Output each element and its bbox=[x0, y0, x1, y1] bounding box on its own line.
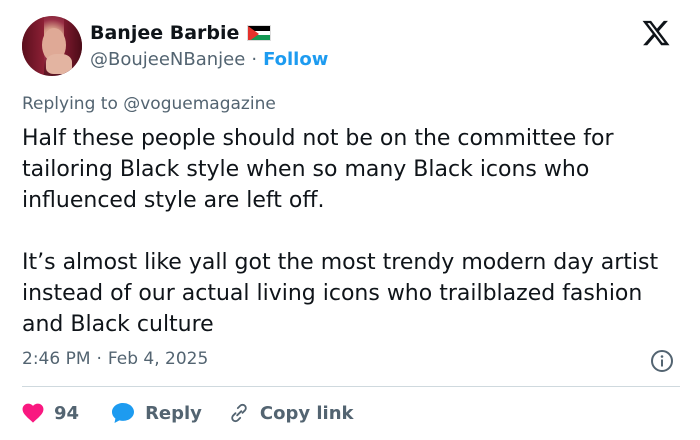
user-handle[interactable]: @BoujeeNBanjee bbox=[90, 49, 245, 70]
display-name[interactable]: Banjee Barbie bbox=[90, 22, 239, 44]
handle-separator: · bbox=[251, 49, 258, 70]
like-button[interactable]: 94 bbox=[22, 403, 79, 424]
divider bbox=[22, 386, 680, 387]
tweet-paragraph-2: It’s almost like yall got the most trend… bbox=[22, 250, 659, 337]
reply-mention-link[interactable]: @voguemagazine bbox=[123, 94, 276, 114]
speech-bubble-icon bbox=[112, 403, 135, 423]
x-logo-icon[interactable] bbox=[640, 18, 672, 48]
reply-label: Reply bbox=[145, 402, 202, 424]
replying-to-label: Replying to bbox=[22, 94, 118, 114]
timestamp-separator: · bbox=[96, 349, 102, 369]
info-icon[interactable] bbox=[650, 349, 674, 373]
heart-icon bbox=[22, 403, 44, 423]
like-count: 94 bbox=[54, 402, 80, 424]
tweet-date: Feb 4, 2025 bbox=[107, 349, 209, 369]
tweet-paragraph-1: Half these people should not be on the c… bbox=[22, 126, 614, 213]
copy-link-label: Copy link bbox=[259, 402, 354, 424]
tweet-header: Banjee Barbie @BoujeeNBanjee · Follow bbox=[22, 16, 684, 80]
reply-button[interactable]: Reply bbox=[111, 402, 202, 424]
name-line: Banjee Barbie bbox=[90, 22, 272, 44]
follow-button[interactable]: Follow bbox=[263, 49, 328, 70]
copy-link-button[interactable]: Copy link bbox=[228, 402, 354, 424]
action-bar: 94 Reply Copy link bbox=[22, 400, 354, 426]
replying-to: Replying to @voguemagazine bbox=[22, 94, 276, 114]
link-icon bbox=[231, 403, 247, 423]
tweet-time: 2:46 PM bbox=[22, 349, 91, 369]
avatar[interactable] bbox=[22, 16, 82, 76]
handle-line: @BoujeeNBanjee · Follow bbox=[90, 49, 328, 70]
tweet-card: Banjee Barbie @BoujeeNBanjee · Follow Re… bbox=[0, 0, 700, 440]
tweet-text: Half these people should not be on the c… bbox=[22, 123, 682, 340]
palestine-flag-icon bbox=[247, 25, 272, 41]
tweet-timestamp[interactable]: 2:46 PM · Feb 4, 2025 bbox=[22, 349, 208, 369]
